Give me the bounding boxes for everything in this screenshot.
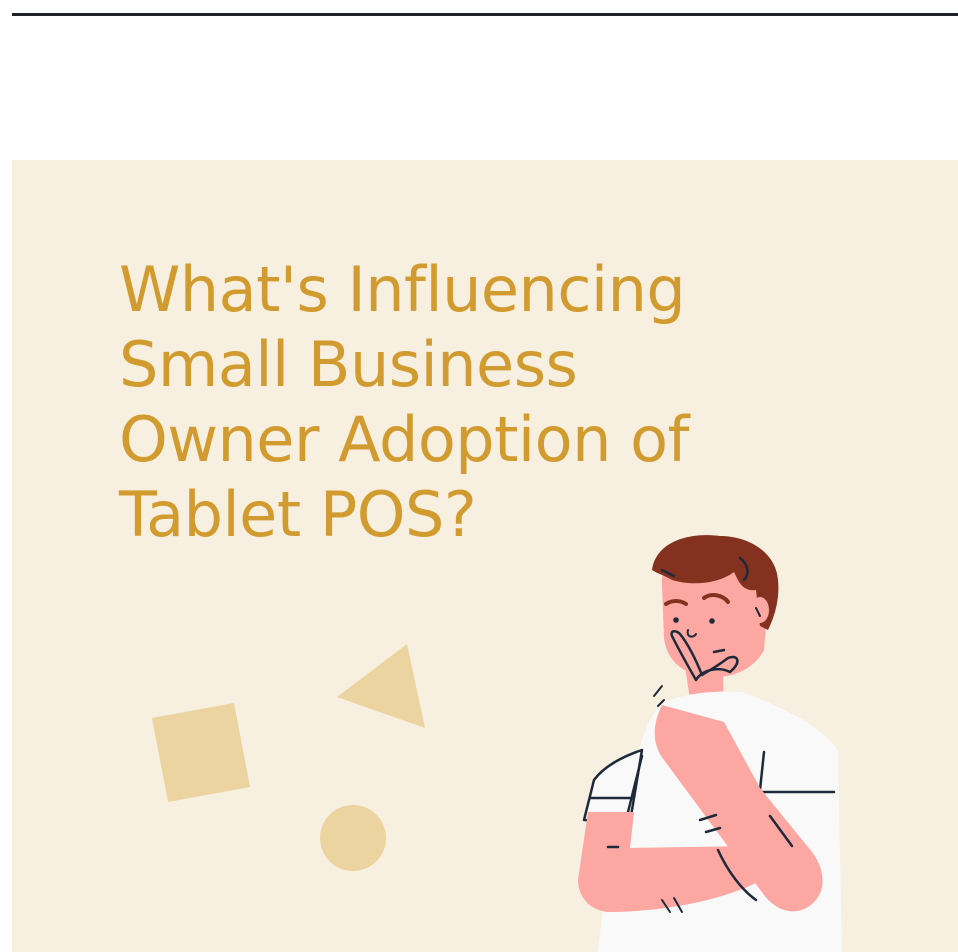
triangle-shape	[337, 644, 425, 728]
right-eye	[709, 618, 715, 624]
right-sleeve	[762, 750, 839, 812]
decorative-illustration	[152, 535, 842, 952]
thinking-man-illustration	[578, 535, 842, 952]
circle-shape	[320, 805, 386, 871]
hero-banner: What's Influencing Small Business Owner …	[12, 160, 958, 952]
square-shape	[152, 703, 250, 802]
top-divider	[12, 13, 958, 16]
left-eye	[673, 617, 679, 623]
